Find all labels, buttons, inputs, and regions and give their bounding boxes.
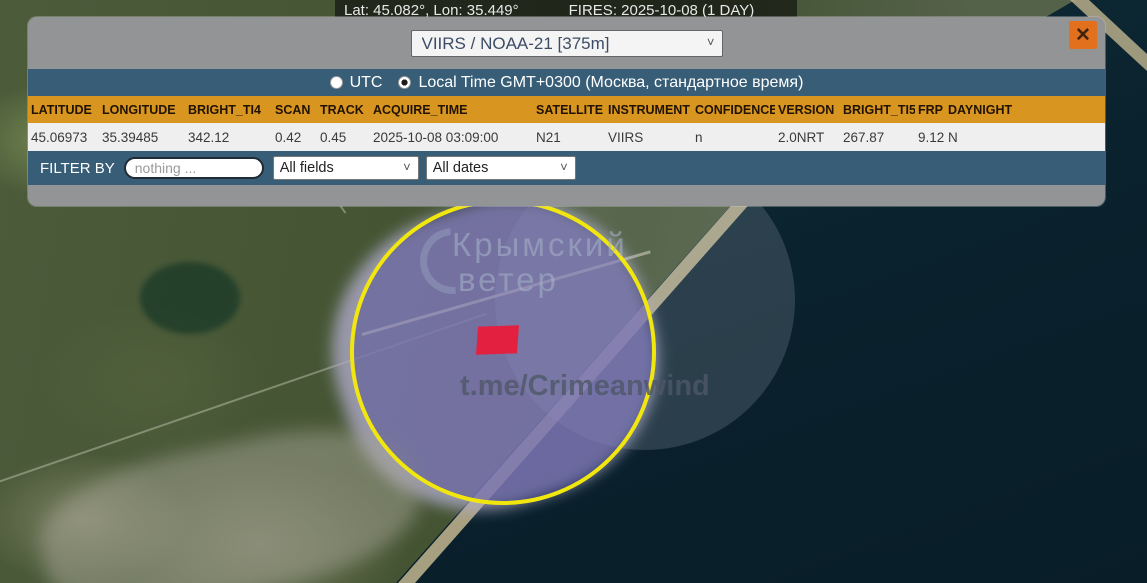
table-cell: N21 [533,123,605,151]
table-cell: 0.45 [317,123,370,151]
filter-input[interactable] [124,157,264,179]
table-cell: 2025-10-08 03:09:00 [370,123,533,151]
table-cell: 35.39485 [99,123,185,151]
fire-detections-table: LATITUDELONGITUDEBRIGHT_TI4SCANTRACKACQU… [28,96,1105,151]
date-filter-wrap: All dates [426,156,576,180]
table-cell: 2.0NRT [775,123,840,151]
source-select-wrap: VIIRS / NOAA-21 [375m] [411,30,723,57]
table-cell: 9.12 [915,123,945,151]
table-row[interactable]: 45.0697335.39485342.120.420.452025-10-08… [28,123,1105,151]
map-pond [140,262,240,334]
column-header: SCAN [272,96,317,123]
table-cell: 267.87 [840,123,915,151]
column-header: BRIGHT_TI4 [185,96,272,123]
column-header: BRIGHT_TI5 [840,96,915,123]
column-header: TRACK [317,96,370,123]
column-header: ACQUIRE_TIME [370,96,533,123]
field-filter-select[interactable]: All fields [273,156,419,180]
close-button[interactable]: ✕ [1069,21,1097,49]
table-cell: N [945,123,1015,151]
column-header: CONFIDENCE [692,96,775,123]
fires-date-readout: FIRES: 2025-10-08 (1 DAY) [569,2,755,19]
local-time-radio-label[interactable]: Local Time GMT+0300 (Москва, стандартное… [398,74,803,92]
utc-radio[interactable] [330,76,343,89]
column-header: VERSION [775,96,840,123]
filler-cell [1015,96,1105,123]
date-filter-select[interactable]: All dates [426,156,576,180]
table-cell: 342.12 [185,123,272,151]
time-zone-bar: UTC Local Time GMT+0300 (Москва, стандар… [28,69,1105,96]
filter-bar: FILTER BY All fields All dates [28,151,1105,185]
utc-radio-label[interactable]: UTC [330,74,383,92]
fire-data-panel: VIIRS / NOAA-21 [375m] UTC Local Time GM… [28,17,1105,206]
coords-readout: Lat: 45.082°, Lon: 35.449° [344,2,519,19]
column-header: FRP [915,96,945,123]
column-header: LATITUDE [28,96,99,123]
panel-footer [28,185,1105,206]
local-time-radio-text: Local Time GMT+0300 (Москва, стандартное… [418,74,803,92]
fire-footprint-marker[interactable] [476,325,519,355]
table-cell: n [692,123,775,151]
table-header-row: LATITUDELONGITUDEBRIGHT_TI4SCANTRACKACQU… [28,96,1105,123]
column-header: INSTRUMENT [605,96,692,123]
field-filter-wrap: All fields [273,156,419,180]
column-header: DAYNIGHT [945,96,1015,123]
source-select-row: VIIRS / NOAA-21 [375m] [28,17,1105,69]
local-time-radio[interactable] [398,76,411,89]
watermark-handle: t.me/Crimeanwind [460,370,710,403]
column-header: SATELLITE [533,96,605,123]
watermark-text: ветер [458,261,559,299]
column-header: LONGITUDE [99,96,185,123]
watermark-text: Крымский [452,226,628,264]
table-cell: 45.06973 [28,123,99,151]
table-cell: VIIRS [605,123,692,151]
filter-by-label: FILTER BY [40,160,115,177]
table-cell: 0.42 [272,123,317,151]
utc-radio-text: UTC [350,74,383,92]
filler-cell [1015,123,1105,151]
source-select[interactable]: VIIRS / NOAA-21 [375m] [411,30,723,57]
